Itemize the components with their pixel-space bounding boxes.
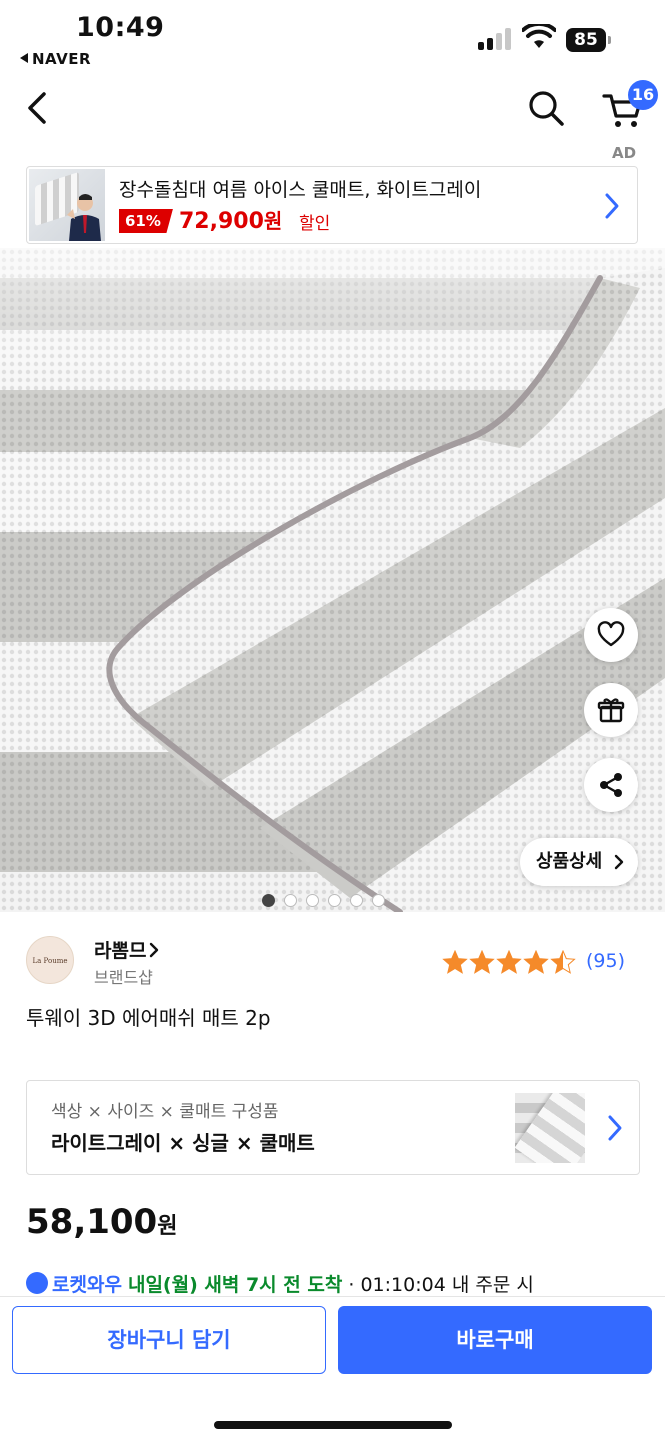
battery-level: 85 — [566, 28, 606, 52]
add-to-cart-button[interactable]: 장바구니 담기 — [12, 1306, 326, 1374]
chevron-right-icon — [150, 942, 159, 958]
chevron-right-icon — [614, 854, 624, 870]
delivery-eta: 내일(월) 새벽 7시 전 도착 — [127, 1274, 343, 1296]
top-nav — [0, 78, 665, 148]
ad-price: 72,900원 — [179, 205, 282, 234]
carousel-dot[interactable] — [372, 894, 385, 907]
ad-banner[interactable]: 장수돌침대 여름 아이스 쿨매트, 화이트그레이 61% 72,900원 할인 — [26, 166, 638, 244]
chevron-right-icon — [608, 1115, 622, 1141]
star-icon — [523, 950, 549, 974]
bottom-action-bar: 장바구니 담기 바로구매 — [0, 1296, 665, 1440]
carousel-dot[interactable] — [350, 894, 363, 907]
buy-now-button[interactable]: 바로구매 — [338, 1306, 652, 1374]
wishlist-button[interactable] — [584, 608, 638, 662]
option-thumbnail — [515, 1093, 585, 1163]
option-label: 색상 × 사이즈 × 쿨매트 구성품 — [51, 1102, 279, 1122]
gift-button[interactable] — [584, 683, 638, 737]
product-image-carousel[interactable]: 상품상세 — [0, 248, 665, 912]
price: 58,100원 — [26, 1202, 177, 1242]
ad-price-amount: 72,900 — [179, 209, 264, 234]
carousel-dot[interactable] — [306, 894, 319, 907]
brand-name: 라뽐므 — [94, 940, 147, 962]
ad-discount-badge: 61% — [119, 209, 173, 233]
ad-price-unit: 원 — [263, 209, 283, 233]
half-star-icon — [550, 950, 576, 974]
delivery-suffix: 내 주문 시 — [451, 1274, 534, 1296]
ad-title: 장수돌침대 여름 아이스 쿨매트, 화이트그레이 — [119, 179, 482, 201]
star-icon — [496, 950, 522, 974]
price-amount: 58,100 — [26, 1202, 158, 1242]
star-icon — [442, 950, 468, 974]
share-button[interactable] — [584, 758, 638, 812]
product-title: 투웨이 3D 에어매쉬 매트 2p — [26, 1006, 271, 1030]
back-triangle-icon — [20, 53, 28, 63]
carousel-indicator — [262, 892, 394, 907]
signal-icon — [478, 26, 514, 50]
back-to-app-link[interactable]: NAVER — [20, 50, 91, 68]
rocket-wow-icon — [26, 1272, 48, 1294]
status-time: 10:49 — [76, 12, 165, 43]
back-app-label: NAVER — [32, 50, 92, 68]
delivery-countdown: · 01:10:04 — [348, 1274, 446, 1296]
rocket-wow-badge: 로켓와우 — [52, 1274, 122, 1296]
gift-icon — [597, 698, 625, 723]
carousel-dot[interactable] — [262, 894, 275, 907]
ad-sale-label: 할인 — [299, 214, 331, 234]
rating-stars[interactable] — [442, 950, 582, 976]
star-icon — [469, 950, 495, 974]
option-selector[interactable]: 색상 × 사이즈 × 쿨매트 구성품 라이트그레이 × 싱글 × 쿨매트 — [26, 1080, 640, 1175]
battery-icon: 85 — [566, 28, 612, 52]
carousel-dot[interactable] — [328, 894, 341, 907]
price-unit: 원 — [157, 1214, 178, 1239]
product-detail-button[interactable]: 상품상세 — [520, 838, 638, 886]
chevron-right-icon — [605, 193, 619, 219]
delivery-info: 로켓와우 내일(월) 새벽 7시 전 도착 · 01:10:04 내 주문 시 — [26, 1270, 656, 1296]
brand-link[interactable]: 라뽐므 — [94, 936, 160, 963]
ad-label: AD — [612, 144, 637, 162]
product-detail-label: 상품상세 — [536, 851, 603, 872]
cart-count-badge: 16 — [628, 80, 658, 110]
brand-logo[interactable]: La Poume — [26, 936, 74, 984]
option-value: 라이트그레이 × 싱글 × 쿨매트 — [51, 1131, 315, 1155]
heart-icon — [597, 621, 625, 647]
share-icon — [600, 773, 622, 797]
home-indicator[interactable] — [214, 1421, 452, 1429]
product-image — [0, 248, 665, 912]
carousel-dot[interactable] — [284, 894, 297, 907]
search-icon[interactable] — [526, 88, 566, 128]
brand-shop-label: 브랜드샵 — [94, 968, 153, 987]
wifi-icon — [522, 24, 556, 48]
ad-thumbnail — [29, 169, 105, 241]
status-bar: 10:49 NAVER 85 — [0, 0, 665, 78]
review-count-link[interactable]: (95) — [586, 950, 625, 972]
back-arrow-icon[interactable] — [22, 88, 54, 128]
